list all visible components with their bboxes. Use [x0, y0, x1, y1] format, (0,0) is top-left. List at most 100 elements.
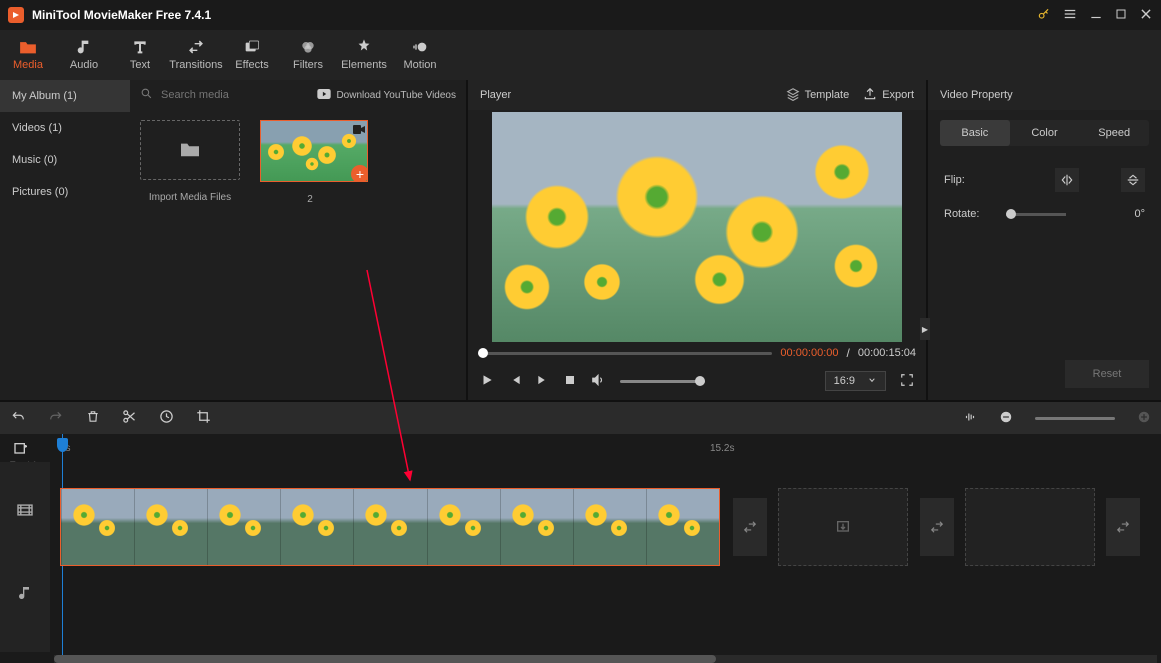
- sidebar-item-album[interactable]: My Album (1): [0, 80, 130, 112]
- tab-basic[interactable]: Basic: [940, 120, 1010, 146]
- template-button[interactable]: Template: [786, 87, 850, 104]
- tool-transitions[interactable]: Transitions: [168, 30, 224, 80]
- aspect-ratio-value: 16:9: [834, 375, 855, 387]
- tool-filters[interactable]: Filters: [280, 30, 336, 80]
- transition-slot[interactable]: [1106, 498, 1140, 556]
- timeline-clip[interactable]: [60, 488, 720, 566]
- timeline-scrollbar[interactable]: [54, 655, 1157, 663]
- tool-media-label: Media: [13, 59, 43, 71]
- fullscreen-icon[interactable]: [900, 373, 914, 390]
- chevron-down-icon: [867, 375, 877, 387]
- close-icon[interactable]: [1139, 7, 1153, 24]
- tool-elements-label: Elements: [341, 59, 387, 71]
- timeline[interactable]: Track1 0s 15.2s: [0, 434, 1161, 663]
- ruler-end: 15.2s: [710, 443, 734, 454]
- youtube-icon: [317, 89, 331, 102]
- tab-color[interactable]: Color: [1010, 120, 1080, 146]
- app-logo: [8, 7, 24, 23]
- hamburger-icon[interactable]: [1063, 7, 1077, 24]
- zoom-out-icon[interactable]: [999, 410, 1013, 427]
- transition-slot[interactable]: [733, 498, 767, 556]
- rotate-slider[interactable]: [1006, 213, 1066, 216]
- tool-filters-label: Filters: [293, 59, 323, 71]
- transition-slot[interactable]: [920, 498, 954, 556]
- search-icon: [140, 87, 153, 103]
- export-button[interactable]: Export: [863, 87, 914, 104]
- tool-transitions-label: Transitions: [169, 59, 222, 71]
- expand-handle-icon[interactable]: ▶: [920, 318, 930, 340]
- redo-icon[interactable]: [48, 410, 64, 427]
- empty-clip-slot[interactable]: [778, 488, 908, 566]
- tool-audio[interactable]: Audio: [56, 30, 112, 80]
- sidebar-item-videos[interactable]: Videos (1): [0, 112, 130, 144]
- tab-speed[interactable]: Speed: [1079, 120, 1149, 146]
- tool-text-label: Text: [130, 59, 150, 71]
- import-media-button[interactable]: [140, 120, 240, 180]
- add-to-timeline-icon[interactable]: +: [351, 165, 368, 182]
- properties-title: Video Property: [940, 89, 1013, 101]
- next-frame-icon[interactable]: [536, 373, 550, 390]
- media-panel: My Album (1) Videos (1) Music (0) Pictur…: [0, 80, 468, 400]
- toolstrip: Media Audio Text Transitions Effects Fil…: [0, 30, 1161, 80]
- zoom-in-icon[interactable]: [1137, 410, 1151, 427]
- reset-button[interactable]: Reset: [1065, 360, 1149, 388]
- prev-frame-icon[interactable]: [508, 373, 522, 390]
- rotate-value: 0°: [1134, 208, 1145, 220]
- crop-icon[interactable]: [196, 409, 211, 427]
- video-preview[interactable]: [492, 112, 902, 342]
- tool-audio-label: Audio: [70, 59, 98, 71]
- sidebar-item-pictures[interactable]: Pictures (0): [0, 176, 130, 208]
- volume-slider[interactable]: [620, 380, 705, 383]
- delete-icon[interactable]: [86, 409, 100, 427]
- player-panel: Player Template Export: [468, 80, 928, 400]
- player-title: Player: [480, 89, 511, 101]
- audio-track-icon[interactable]: [963, 409, 977, 428]
- flip-label: Flip:: [944, 174, 994, 186]
- search-input[interactable]: [161, 89, 309, 101]
- undo-icon[interactable]: [10, 410, 26, 427]
- video-track-icon[interactable]: [16, 462, 34, 558]
- template-icon: [786, 87, 800, 104]
- flip-vertical-button[interactable]: [1121, 168, 1145, 192]
- folder-icon: [179, 140, 201, 161]
- app-title: MiniTool MovieMaker Free 7.4.1: [32, 8, 211, 22]
- aspect-ratio-select[interactable]: 16:9: [825, 371, 886, 391]
- tool-motion-label: Motion: [403, 59, 436, 71]
- minimize-icon[interactable]: [1089, 7, 1103, 24]
- export-icon: [863, 87, 877, 104]
- video-icon: [353, 123, 365, 137]
- media-sidebar: My Album (1) Videos (1) Music (0) Pictur…: [0, 80, 130, 400]
- split-icon[interactable]: [122, 409, 137, 427]
- media-clip-thumbnail[interactable]: +: [260, 120, 368, 182]
- tool-text[interactable]: Text: [112, 30, 168, 80]
- scrub-bar[interactable]: [478, 352, 772, 355]
- flip-horizontal-button[interactable]: [1055, 168, 1079, 192]
- titlebar: MiniTool MovieMaker Free 7.4.1: [0, 0, 1161, 30]
- template-label: Template: [805, 89, 850, 101]
- tool-effects-label: Effects: [235, 59, 268, 71]
- play-icon[interactable]: [480, 373, 494, 390]
- volume-icon[interactable]: [590, 373, 606, 390]
- empty-clip-slot[interactable]: [965, 488, 1095, 566]
- time-current: 00:00:00:00: [780, 347, 838, 359]
- media-clip-label: 2: [260, 194, 360, 205]
- download-youtube-label: Download YouTube Videos: [336, 90, 456, 101]
- audio-track-row-icon[interactable]: [17, 558, 33, 628]
- zoom-slider[interactable]: [1035, 417, 1115, 420]
- tool-motion[interactable]: Motion: [392, 30, 448, 80]
- tool-elements[interactable]: Elements: [336, 30, 392, 80]
- time-ruler[interactable]: 0s 15.2s: [0, 434, 1161, 462]
- maximize-icon[interactable]: [1115, 8, 1127, 23]
- import-media-label: Import Media Files: [140, 192, 240, 203]
- rotate-label: Rotate:: [944, 208, 994, 220]
- stop-icon[interactable]: [564, 374, 576, 389]
- properties-panel: Video Property Basic Color Speed Flip: R…: [928, 80, 1161, 400]
- download-youtube-link[interactable]: Download YouTube Videos: [317, 89, 456, 102]
- export-label: Export: [882, 89, 914, 101]
- sidebar-item-music[interactable]: Music (0): [0, 144, 130, 176]
- key-icon[interactable]: [1037, 7, 1051, 24]
- tool-media[interactable]: Media: [0, 30, 56, 80]
- tool-effects[interactable]: Effects: [224, 30, 280, 80]
- time-total: 00:00:15:04: [858, 347, 916, 359]
- speed-icon[interactable]: [159, 409, 174, 427]
